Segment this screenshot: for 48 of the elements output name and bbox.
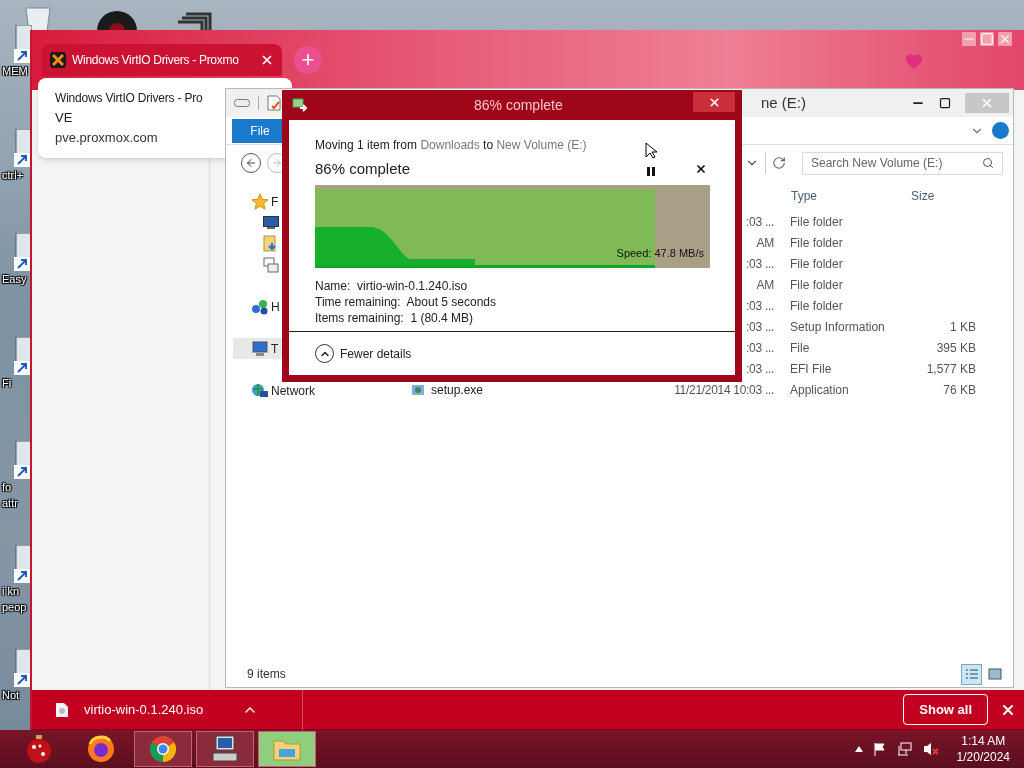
progress-heading: 86% complete — [315, 159, 411, 179]
type-cell-text: Setup Information — [790, 318, 886, 336]
date-cell-text: :03 ... — [745, 213, 774, 231]
type-cell-text: File folder — [790, 255, 844, 273]
type-cell-text: File folder — [790, 234, 844, 252]
nav-label: H — [271, 298, 280, 316]
type-cell-text: Application — [790, 381, 850, 399]
desktop-icon-label: Easy — [2, 272, 27, 287]
date-cell-text: :03 ... — [745, 297, 774, 315]
nav-label: T — [271, 340, 279, 358]
window-title: ne (E:) — [761, 92, 806, 113]
date-cell-text: :03 ... — [745, 255, 774, 273]
size-cell-text: 1 KB — [949, 318, 976, 336]
date-cell-text: 11/21/2014 10:03 ... — [673, 381, 774, 399]
date-cell-text: :03 ... — [745, 318, 774, 336]
type-cell-text: File — [790, 339, 811, 357]
desktop-icon-label: MEM — [2, 64, 28, 79]
desktop-icon-label: ctrl+ — [2, 168, 24, 183]
desktop-icon-label: i kn — [2, 584, 20, 599]
date-cell-text: :03 ... — [745, 339, 774, 357]
date-cell-text: AM — [755, 234, 774, 252]
type-cell-text: File folder — [790, 276, 844, 294]
desktop-icon-label: attr — [2, 496, 18, 511]
desktop-icon-label: fo — [2, 480, 12, 495]
card-title: VE — [55, 109, 73, 127]
date-cell-text: AM — [755, 276, 774, 294]
speed-label: Speed: 47.8 MB/s — [616, 246, 704, 261]
desktop-icon-label: Fi — [2, 376, 12, 391]
nav-label: Network — [271, 382, 315, 400]
date-cell-text: :03 ... — [745, 360, 774, 378]
size-cell-text: 76 KB — [942, 381, 976, 399]
size-cell-text: 395 KB — [935, 339, 976, 357]
detail-line: Name: virtio-win-0.1.240.iso — [315, 277, 469, 294]
type-cell-text: File folder — [790, 297, 844, 315]
card-title: Windows VirtIO Drivers - Pro — [55, 90, 203, 107]
progress-description: Moving 1 item from Downloads to New Volume (E:) — [315, 138, 587, 152]
type-cell-text: EFI File — [790, 360, 833, 378]
tab-title: Windows VirtIO Drivers - Proxmo — [72, 52, 240, 69]
detail-line: Time remaining: About 5 seconds — [315, 293, 497, 310]
card-url: pve.proxmox.com — [55, 129, 158, 147]
size-cell-text: 1,577 KB — [925, 360, 976, 378]
type-cell-text: File folder — [790, 213, 844, 231]
detail-line: Items remaining: 1 (80.4 MB) — [315, 309, 475, 326]
desktop-icon-label: Not — [2, 688, 20, 703]
dialog-title: 86% complete — [474, 95, 563, 115]
status-text: 9 items — [247, 666, 286, 683]
nav-label: F — [271, 193, 279, 211]
desktop-icon-label: peop — [2, 600, 27, 615]
